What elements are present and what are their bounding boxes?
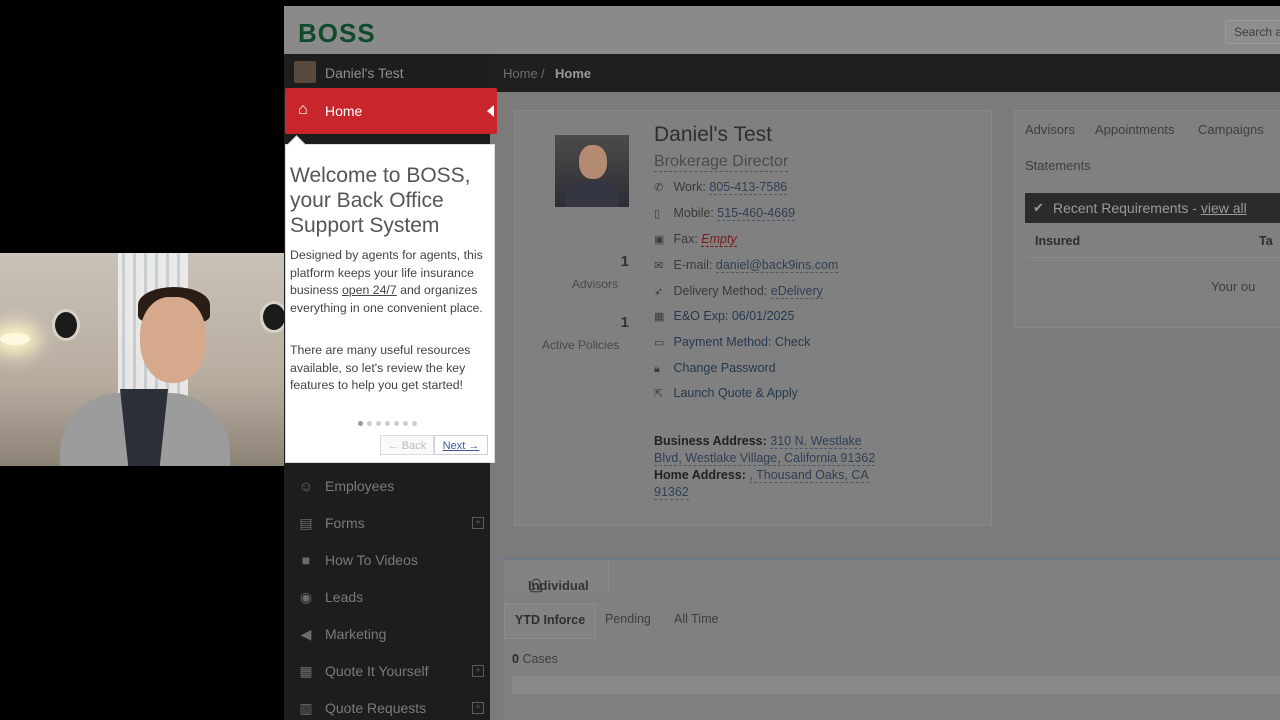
column-second[interactable]: Ta — [1259, 234, 1273, 248]
recent-requirements-header: ✔ Recent Requirements - view all — [1025, 193, 1280, 223]
fax-icon: ▣ — [654, 234, 665, 246]
boss-logo[interactable]: BOSS — [298, 18, 376, 49]
payment-method-row[interactable]: ▭ Payment Method: Check — [654, 335, 810, 349]
launch-quote-link[interactable]: ⇱ Launch Quote & Apply — [654, 386, 798, 400]
employees-icon: ☺ — [298, 478, 314, 494]
tour-step-dot[interactable] — [358, 421, 363, 426]
sidebar-item-employees[interactable]: ☺ Employees — [284, 468, 490, 504]
main-content: Daniel's Test Brokerage Director 1 Advis… — [490, 92, 1280, 720]
rocket-icon: ➶ — [654, 286, 664, 298]
fax-value[interactable]: Empty — [701, 232, 737, 247]
tab-advisors[interactable]: Advisors — [1025, 122, 1075, 137]
expand-icon[interactable]: + — [472, 665, 484, 677]
sidebar-user-name: Daniel's Test — [325, 65, 404, 81]
email-value[interactable]: daniel@back9ins.com — [715, 258, 839, 273]
tab-all-time[interactable]: All Time — [674, 612, 718, 626]
eo-expiration-row[interactable]: ▦ E&O Exp: 06/01/2025 — [654, 309, 794, 323]
sidebar-user[interactable]: Daniel's Test — [284, 54, 490, 90]
external-link-icon: ⇱ — [654, 388, 664, 400]
tour-step-dot[interactable] — [394, 421, 399, 426]
tour-step-dot[interactable] — [367, 421, 372, 426]
profile-card: Daniel's Test Brokerage Director 1 Advis… — [514, 110, 992, 526]
tab-campaigns[interactable]: Campaigns — [1198, 122, 1264, 137]
email-row: ✉ E-mail: daniel@back9ins.com — [654, 258, 839, 273]
sidebar-item-home[interactable]: ⌂ Home — [285, 88, 497, 134]
file-icon: ▤ — [299, 515, 313, 531]
tour-back-button[interactable]: ← Back — [380, 435, 434, 455]
tour-paragraph-2: There are many useful resources availabl… — [290, 343, 471, 392]
sidebar-item-how-to-videos[interactable]: ■ How To Videos — [284, 542, 490, 578]
check-icon: ✔ — [1033, 200, 1044, 215]
work-phone-value[interactable]: 805-413-7586 — [709, 180, 788, 195]
right-panel: Advisors Appointments Campaigns Statemen… — [1014, 110, 1280, 328]
tab-ytd-inforce[interactable]: YTD Inforce — [504, 603, 596, 639]
tour-popover: Welcome to BOSS, your Back Office Suppor… — [285, 135, 495, 463]
breadcrumb-separator: / — [541, 66, 545, 81]
sidebar-item-leads[interactable]: ◉ Leads — [284, 579, 490, 615]
tour-paragraph-1: Designed by agents for agents, this plat… — [290, 248, 483, 315]
mobile-phone-row: ▯ Mobile: 515-460-4669 — [654, 206, 796, 221]
tab-pending[interactable]: Pending — [605, 612, 651, 626]
chart-icon: ▥ — [299, 700, 313, 716]
target-icon: ◉ — [299, 589, 313, 605]
tour-title: Welcome to BOSS, your Back Office Suppor… — [290, 164, 471, 237]
breadcrumb: Home / Home — [490, 54, 1280, 92]
production-card: 👤︎ Individual YTD Inforce Pending All Ti… — [504, 558, 1280, 720]
active-policies-count: 1 — [620, 314, 629, 331]
sidebar-item-forms[interactable]: ▤ Forms + — [284, 505, 490, 541]
envelope-icon: ✉ — [654, 260, 664, 272]
top-bar: BOSS Search a — [284, 6, 1280, 54]
cases-bar — [512, 676, 1280, 694]
profile-photo — [555, 135, 629, 207]
work-phone-row: ✆ Work: 805-413-7586 — [654, 180, 788, 195]
search-input[interactable]: Search a — [1225, 20, 1280, 44]
breadcrumb-current: Home — [555, 66, 592, 81]
avatar — [294, 61, 316, 83]
webcam-video — [0, 253, 284, 466]
lock-icon: 🔒︎ — [654, 363, 660, 375]
fax-row: ▣ Fax: Empty — [654, 232, 737, 247]
tab-individual[interactable]: 👤︎ Individual — [504, 560, 609, 593]
money-icon: ▭ — [654, 337, 665, 349]
tour-step-dot[interactable] — [403, 421, 408, 426]
addresses: Business Address: 310 N. Westlake Blvd, … — [654, 434, 876, 500]
tab-statements[interactable]: Statements — [1025, 158, 1091, 173]
home-icon: ⌂ — [298, 101, 308, 118]
view-all-link[interactable]: view all — [1201, 200, 1247, 216]
cases-count: 0 Cases — [512, 652, 558, 666]
requirements-table-header: Insured Ta — [1025, 223, 1280, 258]
tour-step-dot[interactable] — [376, 421, 381, 426]
expand-icon[interactable]: + — [472, 517, 484, 529]
video-icon: ■ — [301, 552, 311, 568]
tour-next-button[interactable]: Next → — [434, 435, 488, 455]
column-insured[interactable]: Insured — [1035, 234, 1080, 248]
sidebar-item-quote-it-yourself[interactable]: ▦ Quote It Yourself + — [284, 653, 490, 689]
phone-icon: ✆ — [654, 182, 664, 194]
calculator-icon: ▦ — [299, 663, 313, 679]
profile-name: Daniel's Test — [654, 123, 773, 146]
open-24-7-link[interactable]: open 24/7 — [342, 283, 397, 297]
delivery-method-row: ➶ Delivery Method: eDelivery — [654, 284, 823, 299]
sidebar-item-quote-requests[interactable]: ▥ Quote Requests + — [284, 690, 490, 720]
tour-step-dot[interactable] — [385, 421, 390, 426]
active-policies-label: Active Policies — [542, 338, 620, 352]
megaphone-icon: ◀ — [300, 626, 312, 642]
breadcrumb-home-link[interactable]: Home — [503, 66, 538, 81]
advisors-count: 1 — [620, 253, 629, 270]
mobile-phone-value[interactable]: 515-460-4669 — [717, 206, 796, 221]
active-indicator — [487, 105, 494, 117]
profile-title[interactable]: Brokerage Director — [654, 153, 789, 172]
change-password-link[interactable]: 🔒︎ Change Password — [654, 361, 776, 376]
calendar-icon: ▦ — [654, 311, 665, 323]
sidebar-item-marketing[interactable]: ◀ Marketing — [284, 616, 490, 652]
tour-step-dots — [358, 413, 421, 426]
requirements-empty-text: Your ou — [1211, 279, 1256, 294]
tab-appointments[interactable]: Appointments — [1095, 122, 1175, 137]
delivery-method-value[interactable]: eDelivery — [770, 284, 823, 299]
tour-step-dot[interactable] — [412, 421, 417, 426]
expand-icon[interactable]: + — [472, 702, 484, 714]
mobile-icon: ▯ — [654, 208, 661, 220]
advisors-label: Advisors — [572, 277, 619, 291]
